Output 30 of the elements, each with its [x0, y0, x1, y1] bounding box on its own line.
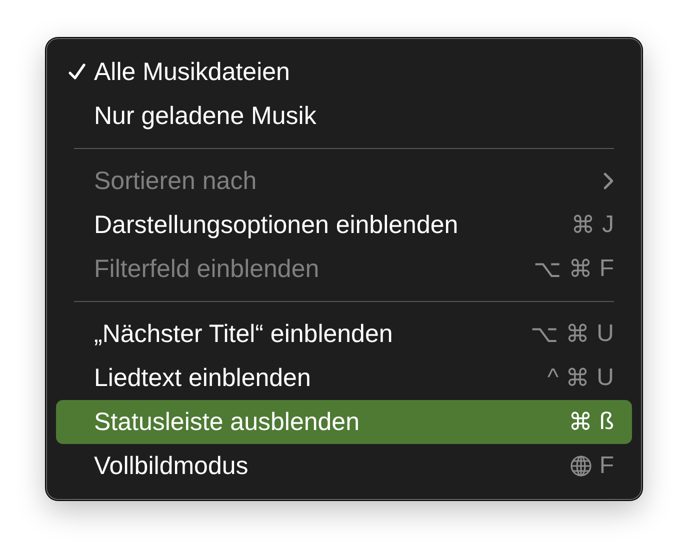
shortcut-key: ⌘ [568, 254, 592, 284]
shortcut-key: ß [599, 408, 614, 436]
menu-item-label: Liedtext einblenden [94, 364, 312, 392]
shortcut-key: ⌘ [566, 320, 590, 348]
shortcut-key: ⌘ [568, 408, 592, 436]
menu-item[interactable]: „Nächster Titel“ einblenden ⌥ ⌘ U [56, 312, 632, 356]
menu-item[interactable]: Liedtext einblenden ^ ⌘ U [56, 356, 632, 400]
menu-item[interactable]: Nur geladene Musik [56, 94, 632, 138]
menu-item-label: Sortieren nach [94, 166, 258, 196]
menu-item[interactable]: Statusleiste ausblenden ⌘ ß [56, 400, 632, 444]
shortcut-key: ⌘ [566, 364, 590, 392]
menu-item-label: Alle Musikdateien [94, 58, 291, 86]
menu-item-label: Statusleiste ausblenden [94, 408, 360, 436]
shortcut-key: ⌥ [533, 254, 562, 284]
shortcut-key: F [599, 255, 614, 283]
shortcut-key: F [599, 452, 614, 480]
menu-item[interactable]: Darstellungsoptionen einblenden ⌘ J [56, 203, 632, 247]
menu-item[interactable]: Vollbildmodus F [56, 444, 632, 488]
shortcut-key: U [596, 320, 614, 348]
menu-item-label: Nur geladene Musik [94, 102, 318, 130]
shortcut-key: J [602, 211, 614, 239]
shortcut-key: ^ [547, 364, 559, 392]
shortcut-key: ⌥ [530, 320, 559, 348]
menu-item[interactable]: Alle Musikdateien [56, 50, 632, 94]
menu-item-label: Vollbildmodus [94, 452, 250, 480]
menu-item-label: Filterfeld einblenden [94, 254, 320, 284]
menu-item-label: „Nächster Titel“ einblenden [94, 320, 394, 348]
shortcut-key: U [596, 364, 614, 392]
shortcut-key: ⌘ [571, 210, 595, 240]
menu-item-label: Darstellungsoptionen einblenden [94, 210, 460, 240]
